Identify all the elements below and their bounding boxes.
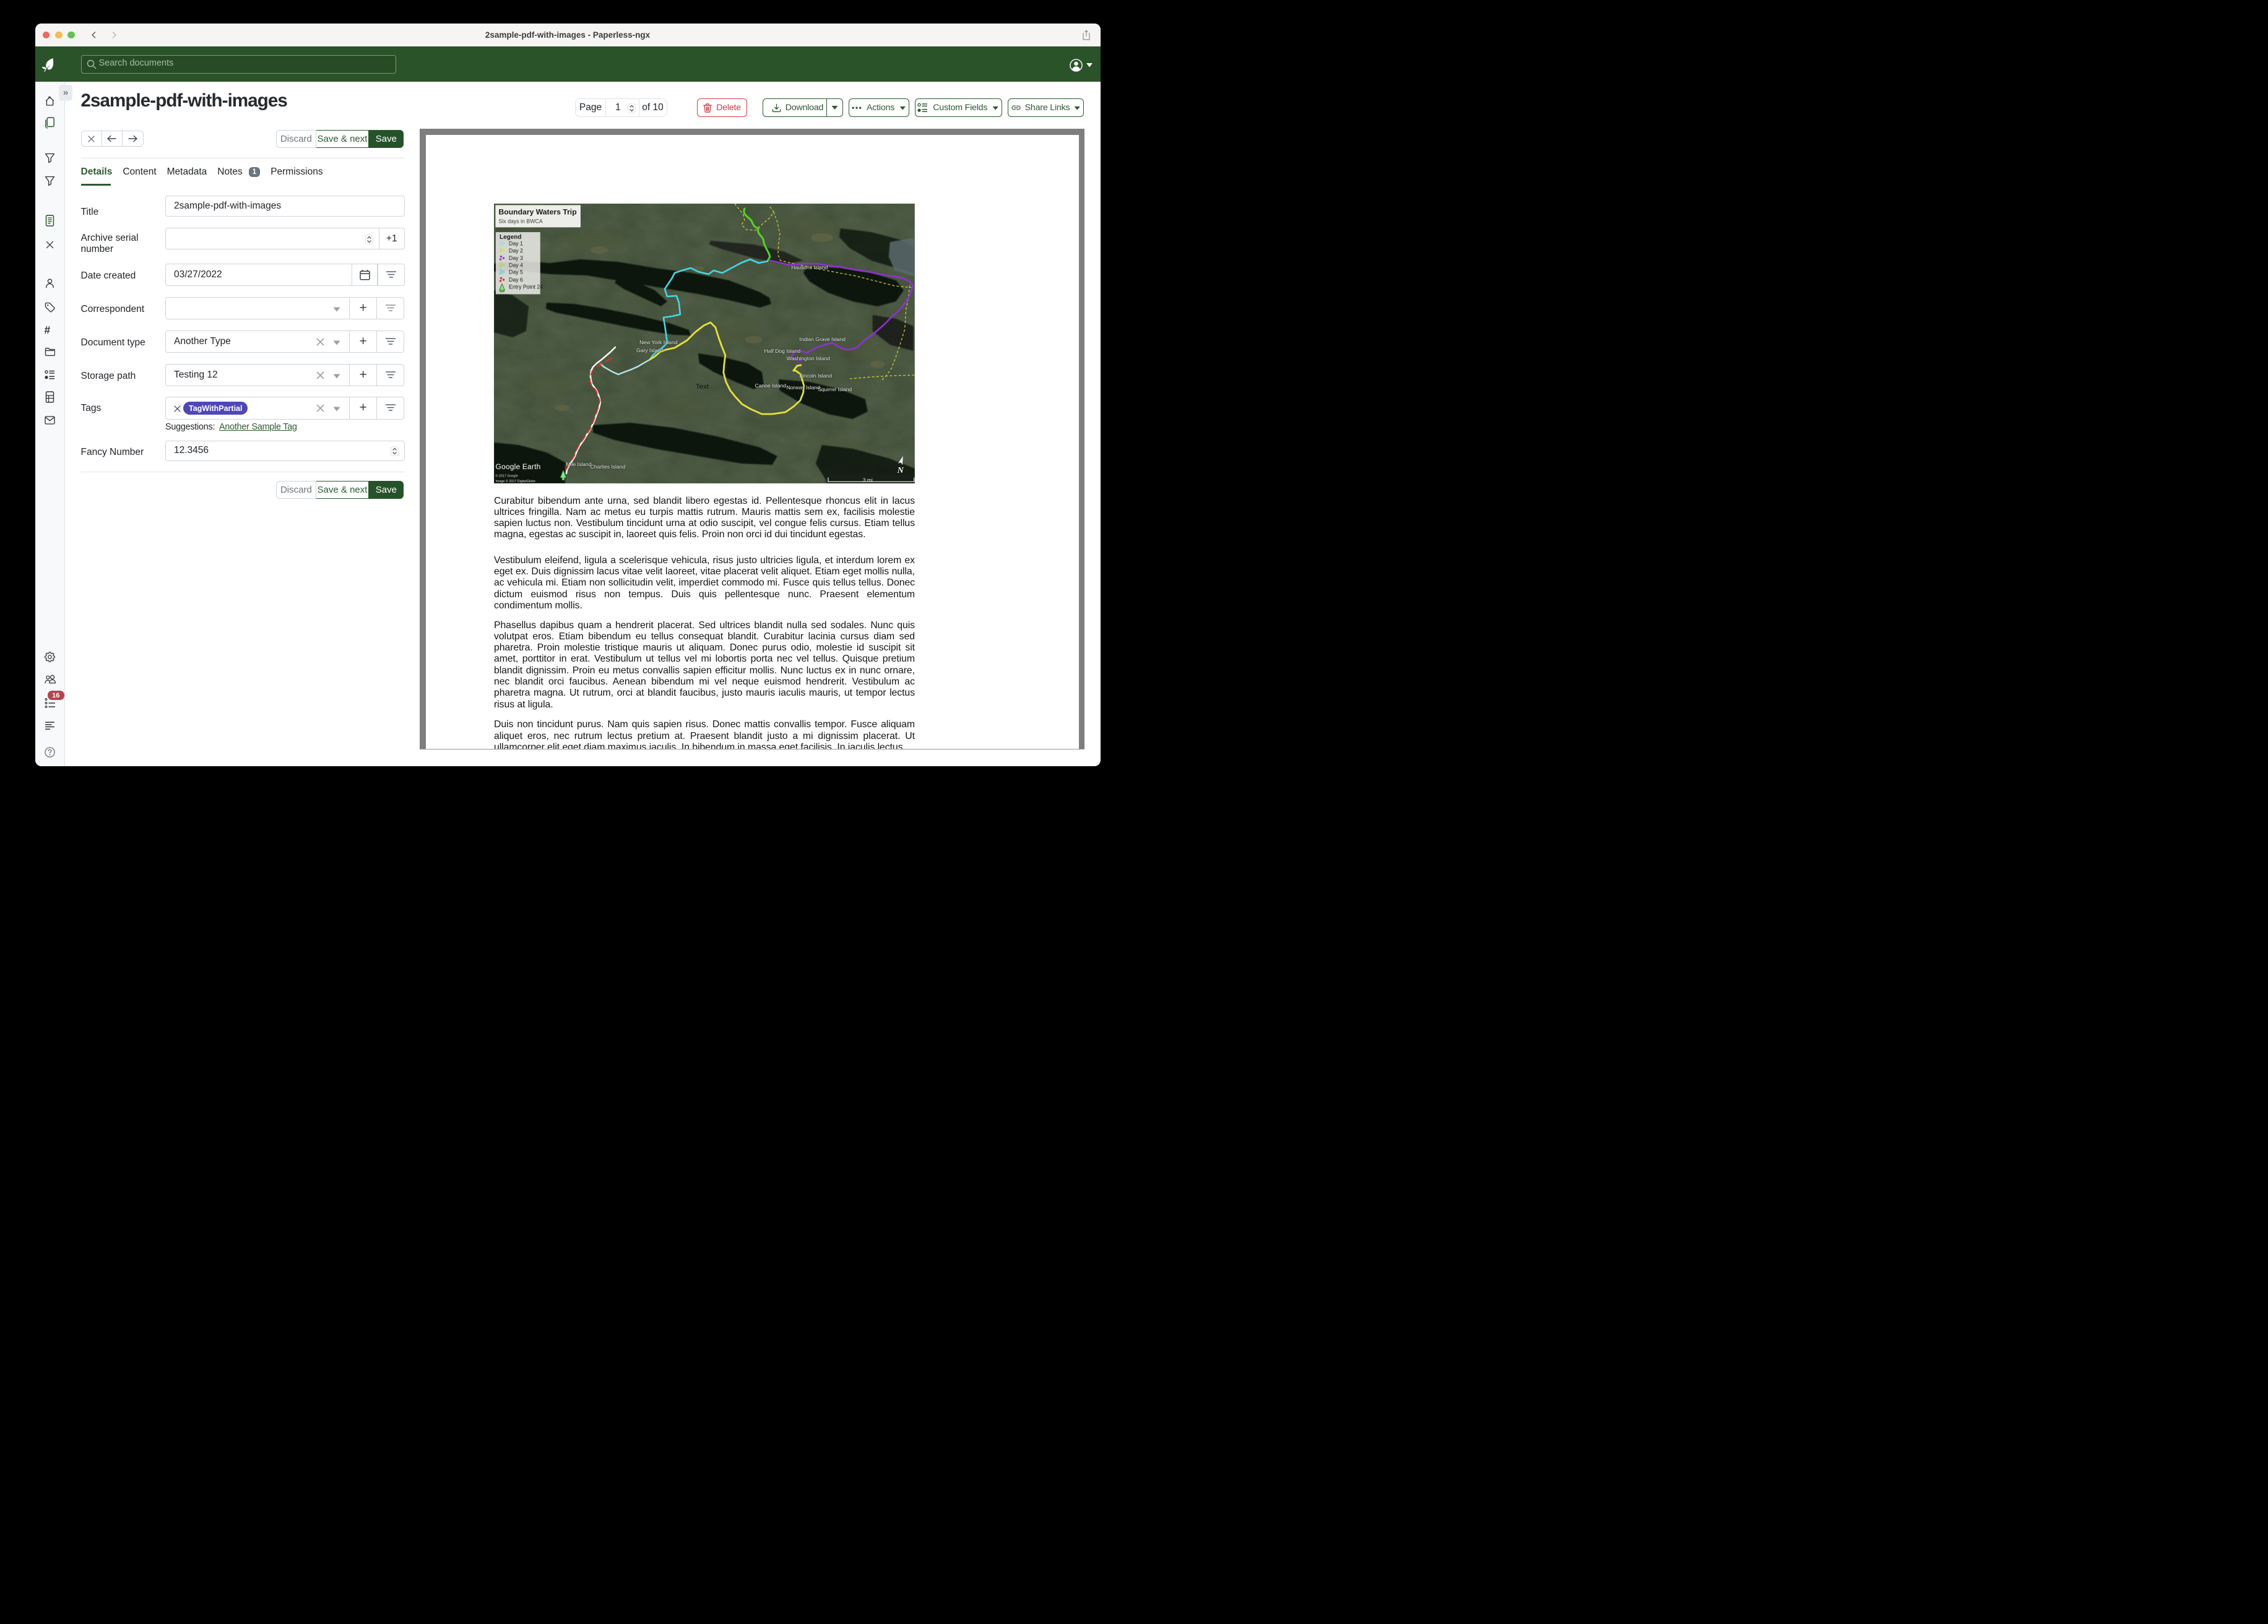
- svg-text:Entry Point 24: Entry Point 24: [509, 283, 543, 290]
- svg-text:Charlies Island: Charlies Island: [591, 464, 626, 470]
- svg-text:Half Dog Island: Half Dog Island: [764, 348, 800, 354]
- svg-text:Squirrel Island: Squirrel Island: [818, 386, 852, 392]
- svg-text:Day 1: Day 1: [509, 240, 523, 246]
- svg-text:Day 6: Day 6: [509, 277, 523, 283]
- svg-text:Mile Island: Mile Island: [566, 461, 591, 467]
- svg-text:Day 4: Day 4: [509, 262, 523, 268]
- svg-text:Six days in BWCA: Six days in BWCA: [498, 218, 542, 224]
- svg-text:Canoe Island: Canoe Island: [755, 382, 787, 389]
- svg-text:© 2017 Google: © 2017 Google: [495, 473, 517, 478]
- svg-text:Day 3: Day 3: [509, 255, 523, 261]
- svg-text:Day 5: Day 5: [509, 269, 523, 275]
- svg-text:Indian Grave Island: Indian Grave Island: [800, 336, 846, 342]
- svg-text:Norway Island: Norway Island: [787, 384, 821, 391]
- svg-text:Legend: Legend: [500, 234, 522, 241]
- svg-text:Gary Island: Gary Island: [636, 347, 664, 353]
- svg-text:Text: Text: [696, 383, 709, 391]
- svg-text:3 mi: 3 mi: [863, 477, 873, 483]
- svg-text:Washington Island: Washington Island: [787, 355, 830, 361]
- svg-text:Lincoln Island: Lincoln Island: [800, 373, 833, 379]
- svg-text:Boundary Waters Trip: Boundary Waters Trip: [498, 207, 576, 216]
- svg-text:Google Earth: Google Earth: [495, 462, 540, 471]
- svg-text:Image © 2017 DigitalGlobe: Image © 2017 DigitalGlobe: [495, 479, 535, 483]
- svg-text:Day 2: Day 2: [509, 248, 523, 254]
- svg-text:New York Island: New York Island: [639, 339, 678, 345]
- svg-text:N: N: [897, 466, 904, 475]
- svg-text:Hausons Island: Hausons Island: [791, 264, 828, 270]
